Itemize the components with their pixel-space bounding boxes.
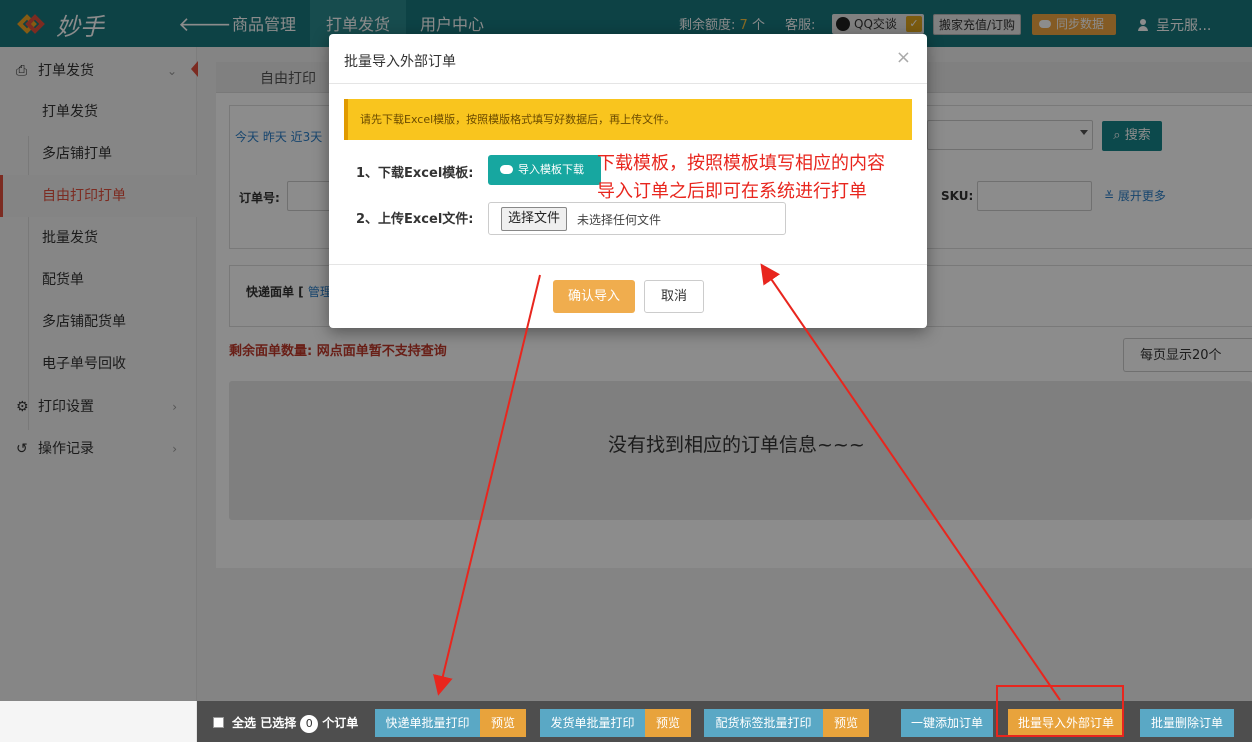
file-status-text: 未选择任何文件: [577, 213, 662, 227]
batch-print-invoice-button[interactable]: 发货单批量打印: [540, 709, 645, 737]
preview-label-button[interactable]: 预览: [823, 709, 869, 737]
cloud-download-icon: [500, 165, 513, 174]
cancel-button[interactable]: 取消: [644, 280, 704, 313]
annotation-line-2: 导入订单之后即可在系统进行打单: [597, 181, 867, 202]
confirm-import-button[interactable]: 确认导入: [553, 280, 635, 313]
close-icon[interactable]: ×: [896, 47, 911, 68]
annotation-highlight-box: [996, 685, 1124, 737]
select-all-checkbox[interactable]: [213, 717, 224, 728]
choose-file-button[interactable]: 选择文件: [501, 207, 568, 231]
modal-title: 批量导入外部订单: [344, 54, 456, 70]
modal-header: 批量导入外部订单 ×: [329, 34, 927, 84]
batch-delete-orders-button[interactable]: 批量删除订单: [1140, 709, 1234, 737]
download-template-button[interactable]: 导入模板下载: [488, 155, 601, 185]
batch-print-waybill-button[interactable]: 快递单批量打印: [375, 709, 480, 737]
preview-waybill-button[interactable]: 预览: [480, 709, 526, 737]
step2-label: 2、上传Excel文件:: [356, 212, 474, 227]
modal-footer-divider: [329, 264, 927, 265]
step1-label: 1、下载Excel模板:: [356, 166, 474, 181]
preview-invoice-button[interactable]: 预览: [645, 709, 691, 737]
file-upload-field: 选择文件 未选择任何文件: [488, 202, 786, 235]
add-order-button[interactable]: 一键添加订单: [901, 709, 993, 737]
batch-print-label-button[interactable]: 配货标签批量打印: [704, 709, 823, 737]
instruction-alert: 请先下载Excel模版，按照模版格式填写好数据后，再上传文件。: [344, 99, 912, 140]
selection-summary: 全选 已选择 0 个订单: [232, 714, 358, 733]
annotation-line-1: 下载模板，按照模板填写相应的内容: [597, 153, 885, 174]
